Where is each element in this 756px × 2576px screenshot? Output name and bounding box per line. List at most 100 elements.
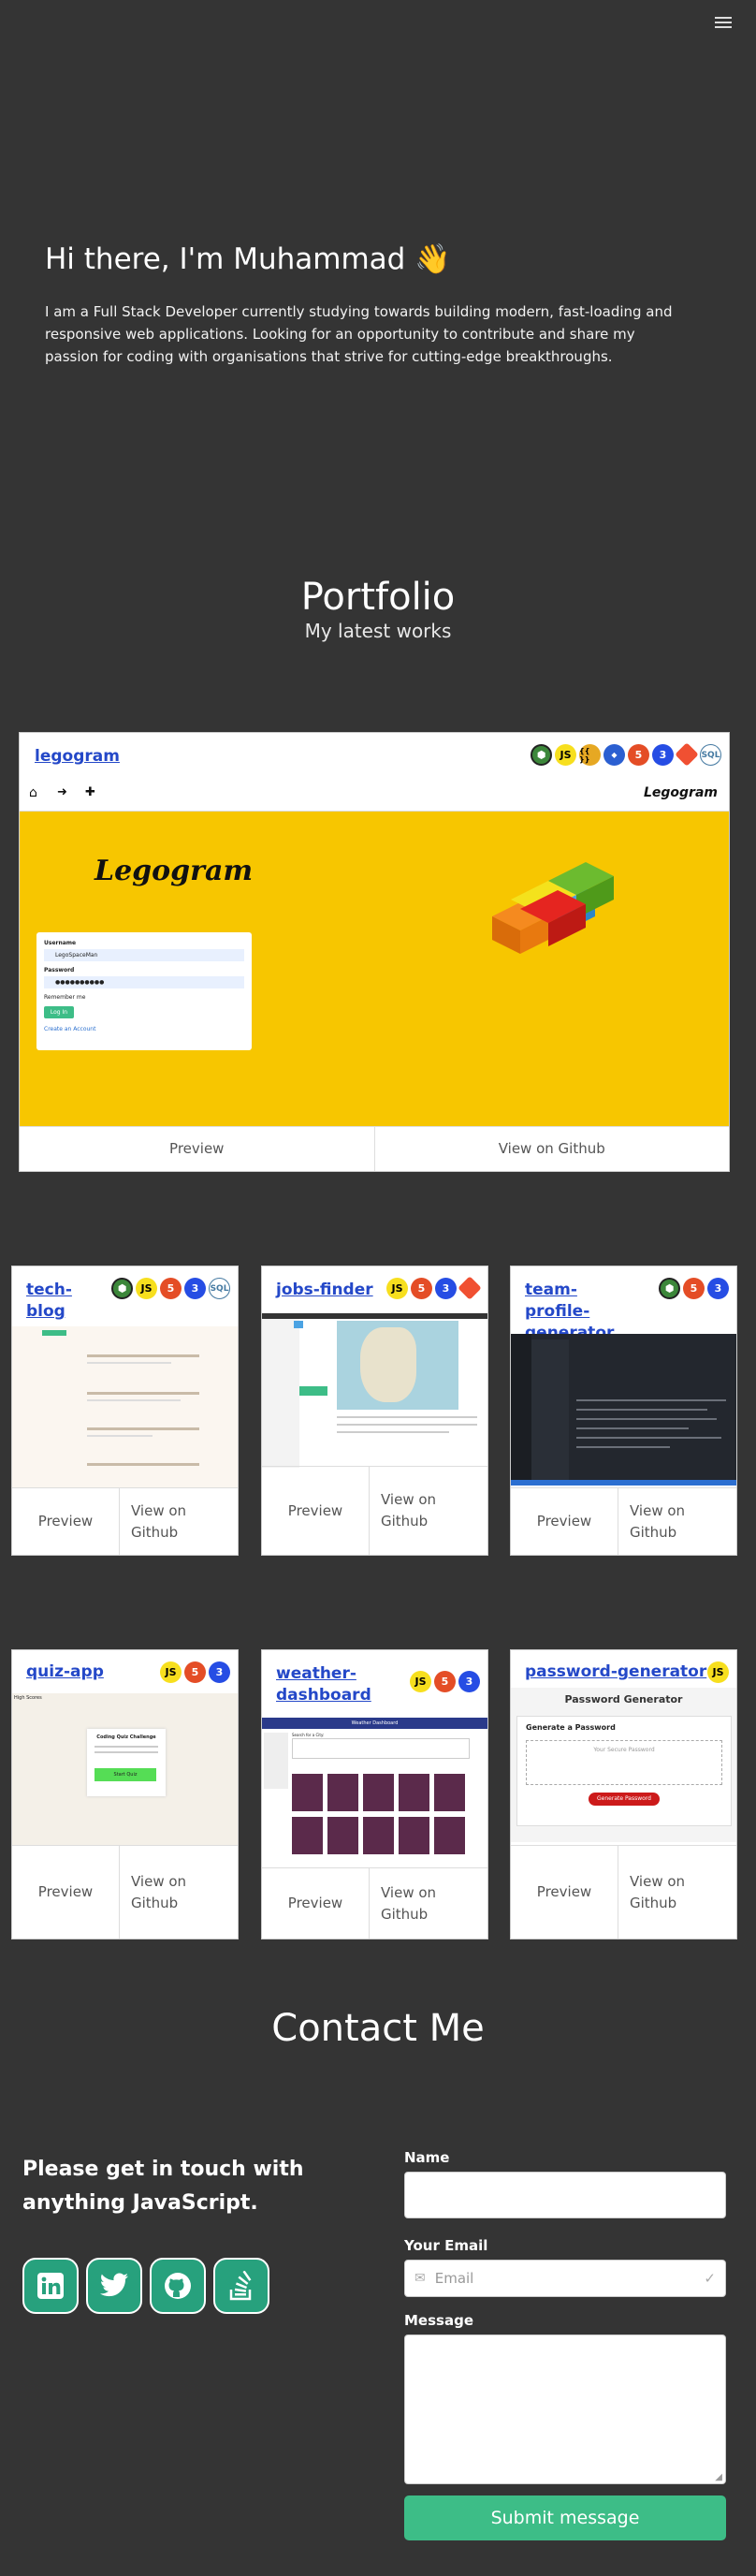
preview-button[interactable]: Preview <box>262 1467 369 1555</box>
view-github-button[interactable]: View on Github <box>618 1488 736 1555</box>
contact-intro: Please get in touch with anything JavaSc… <box>22 2153 341 2314</box>
mysql-icon: SQL <box>209 1278 230 1299</box>
envelope-icon: ✉ <box>414 2271 426 2286</box>
email-field[interactable]: ✉ Email ✓ <box>404 2260 726 2297</box>
login-icon: ➜ <box>57 785 67 799</box>
legogram-logo: Legogram <box>94 855 254 887</box>
css3-icon: 3 <box>652 744 674 766</box>
contact-header: Contact Me <box>0 2007 756 2050</box>
card-actions: Preview View on Github <box>12 1845 238 1939</box>
contact-title: Contact Me <box>271 2007 485 2050</box>
twitter-link[interactable] <box>86 2258 142 2314</box>
portfolio-subtitle: My latest works <box>304 620 452 642</box>
portfolio-title: Portfolio <box>300 576 456 619</box>
resize-handle-icon[interactable]: ◢ <box>715 2472 722 2482</box>
project-card-quiz-app: quiz-app JS 5 3 High Scores Coding Quiz … <box>11 1649 239 1939</box>
view-github-button[interactable]: View on Github <box>373 1127 730 1171</box>
twitter-icon <box>99 2273 128 2297</box>
card-actions: Preview View on Github <box>262 1867 487 1939</box>
email-placeholder: Email <box>434 2270 474 2287</box>
card-actions: Preview View on Github <box>20 1126 729 1171</box>
javascript-icon: JS <box>136 1278 157 1299</box>
tech-badges: JS <box>707 1661 729 1683</box>
card-actions: Preview View on Github <box>511 1845 736 1939</box>
sequelize-icon: ◆ <box>603 744 625 766</box>
project-screenshot: High Scores Coding Quiz Challenge Start … <box>12 1693 238 1845</box>
project-title-link[interactable]: quiz-app <box>26 1661 104 1683</box>
name-label: Name <box>404 2149 450 2166</box>
javascript-icon: JS <box>386 1278 408 1299</box>
tech-badges: ⬢ 5 3 <box>659 1278 729 1299</box>
project-title-link[interactable]: legogram <box>35 746 120 768</box>
html5-icon: 5 <box>184 1661 206 1683</box>
css3-icon: 3 <box>458 1671 480 1692</box>
hero-section: Hi there, I'm Muhammad 👋 I am a Full Sta… <box>45 242 691 368</box>
html5-icon: 5 <box>411 1278 432 1299</box>
portfolio-header: Portfolio My latest works <box>0 576 756 642</box>
preview-button[interactable]: Preview <box>262 1868 369 1939</box>
project-screenshot <box>262 1313 487 1468</box>
login-form-preview: Username LegoSpaceMan Password ●●●●●●●●●… <box>36 932 252 1050</box>
email-label: Your Email <box>404 2237 488 2254</box>
project-screenshot <box>511 1334 736 1486</box>
menu-toggle-button[interactable] <box>715 17 732 30</box>
legogram-nav-logo: Legogram <box>643 785 718 800</box>
css3-icon: 3 <box>435 1278 457 1299</box>
project-title-link[interactable]: password-generator <box>525 1661 706 1683</box>
tech-badges: JS 5 3 <box>386 1276 482 1300</box>
card-actions: Preview View on Github <box>262 1466 487 1555</box>
preview-button[interactable]: Preview <box>20 1127 374 1171</box>
stackoverflow-link[interactable] <box>213 2258 269 2314</box>
submit-message-button[interactable]: Submit message <box>404 2496 726 2540</box>
html5-icon: 5 <box>628 744 649 766</box>
view-github-button[interactable]: View on Github <box>369 1868 487 1939</box>
project-screenshot <box>12 1326 238 1487</box>
project-title-link[interactable]: jobs-finder <box>276 1280 373 1301</box>
linkedin-icon <box>37 2273 64 2299</box>
html5-icon: 5 <box>434 1671 456 1692</box>
hero-heading: Hi there, I'm Muhammad 👋 <box>45 242 451 276</box>
view-github-button[interactable]: View on Github <box>369 1467 487 1555</box>
project-card-legogram: legogram ⬢ JS {{ }} ◆ 5 3 SQL ⌂ ➜ ✚ Lego… <box>19 732 730 1172</box>
message-field[interactable]: ◢ <box>404 2334 726 2484</box>
project-card-team-profile-generator: team-profile-generator ⬢ 5 3 Preview Vie… <box>510 1266 737 1556</box>
name-field[interactable] <box>404 2172 726 2218</box>
project-card-jobs-finder: jobs-finder JS 5 3 Preview View on Githu… <box>261 1266 488 1556</box>
contact-form: Name Your Email ✉ Email ✓ Message ◢ Subm… <box>404 2149 726 2540</box>
preview-button[interactable]: Preview <box>12 1846 119 1939</box>
javascript-icon: JS <box>555 744 576 766</box>
project-card-weather-dashboard: weather-dashboard JS 5 3 Weather Dashboa… <box>261 1649 488 1939</box>
nodejs-icon: ⬢ <box>659 1278 680 1299</box>
hero-intro: I am a Full Stack Developer currently st… <box>45 303 673 365</box>
card-actions: Preview View on Github <box>511 1487 736 1555</box>
project-card-password-generator: password-generator JS Password Generator… <box>510 1649 737 1939</box>
lego-bricks-illustration <box>492 862 614 954</box>
linkedin-link[interactable] <box>22 2258 79 2314</box>
javascript-icon: JS <box>160 1661 182 1683</box>
project-title-link[interactable]: tech-blog <box>26 1280 73 1323</box>
mysql-icon: SQL <box>700 744 721 766</box>
tech-badges: JS 5 3 <box>160 1661 230 1683</box>
preview-button[interactable]: Preview <box>12 1488 119 1555</box>
javascript-icon: JS <box>707 1661 729 1683</box>
project-screenshot: Password Generator Generate a Password Y… <box>511 1688 736 1842</box>
project-screenshot: Weather Dashboard Search for a City: <box>262 1718 487 1863</box>
preview-button[interactable]: Preview <box>511 1488 618 1555</box>
view-github-button[interactable]: View on Github <box>119 1846 238 1939</box>
project-title-link[interactable]: weather-dashboard <box>276 1663 371 1706</box>
view-github-button[interactable]: View on Github <box>119 1488 238 1555</box>
check-icon: ✓ <box>704 2270 716 2287</box>
nodejs-icon: ⬢ <box>111 1278 133 1299</box>
social-links <box>22 2258 341 2314</box>
javascript-icon: JS <box>410 1671 431 1692</box>
tech-badges: ⬢ JS 5 3 SQL <box>111 1278 230 1299</box>
stackoverflow-icon <box>229 2271 252 2301</box>
preview-button[interactable]: Preview <box>511 1846 618 1939</box>
view-github-button[interactable]: View on Github <box>618 1846 736 1939</box>
html5-icon: 5 <box>160 1278 182 1299</box>
github-link[interactable] <box>150 2258 206 2314</box>
project-card-tech-blog: tech-blog ⬢ JS 5 3 SQL Preview View on G… <box>11 1266 239 1556</box>
html5-icon: 5 <box>683 1278 705 1299</box>
handlebars-icon: {{ }} <box>579 744 601 766</box>
css3-icon: 3 <box>209 1661 230 1683</box>
